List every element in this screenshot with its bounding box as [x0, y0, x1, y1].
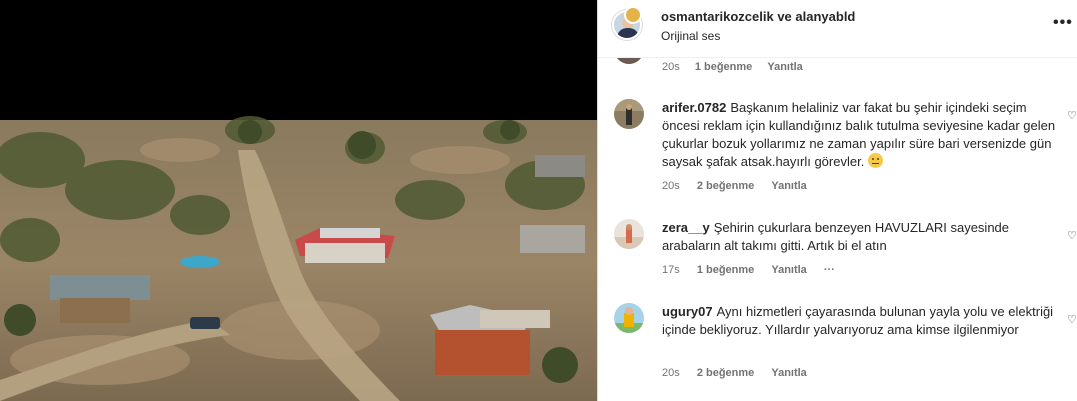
video-player[interactable]	[0, 0, 597, 401]
more-horizontal-icon[interactable]: •••	[1053, 14, 1077, 34]
comment-username[interactable]: ugury07	[662, 304, 713, 319]
aerial-village-image	[0, 0, 597, 401]
post-author[interactable]: osmantarikozcelik ve alanyabld	[661, 9, 855, 24]
comment-username[interactable]: zera__y	[662, 220, 710, 235]
comment-body: arifer.0782 Başkanım helaliniz var fakat …	[662, 99, 1062, 171]
like-count[interactable]: 1 beğenme	[697, 264, 754, 276]
avatar[interactable]	[614, 219, 644, 249]
like-count[interactable]: 2 beğenme	[697, 367, 754, 379]
comment-meta: 20s 2 beğenme Yanıtla	[662, 180, 821, 192]
like-count[interactable]: 2 beğenme	[697, 180, 754, 192]
comment-meta: 20s 1 beğenme Yanıtla	[662, 61, 803, 73]
reply-button[interactable]: Yanıtla	[771, 264, 806, 276]
comment-time: 20s	[662, 180, 680, 192]
neutral-face-emoji-icon	[867, 153, 883, 168]
like-count[interactable]: 1 beğenme	[695, 61, 752, 73]
collaborator-avatar[interactable]	[624, 6, 642, 24]
comment-time: 20s	[662, 61, 680, 73]
reply-button[interactable]: Yanıtla	[767, 61, 802, 73]
comment-meta: 17s 1 beğenme Yanıtla ···	[662, 264, 849, 276]
heart-icon[interactable]: ♡	[1067, 109, 1077, 122]
comment-time: 20s	[662, 367, 680, 379]
comments-panel: 20s 1 beğenme Yanıtla osmantarikozcelik …	[598, 0, 1077, 401]
comment-username[interactable]: arifer.0782	[662, 100, 726, 115]
comment-time: 17s	[662, 264, 680, 276]
comment-meta: 20s 2 beğenme Yanıtla	[662, 367, 821, 379]
audio-label[interactable]: Orijinal ses	[661, 29, 720, 43]
avatar[interactable]	[614, 303, 644, 333]
post-header: osmantarikozcelik ve alanyabld Orijinal …	[598, 0, 1077, 58]
comment-body: ugury07 Aynı hizmetleri çayarasında bulun…	[662, 303, 1062, 339]
comment-text: Şehirin çukurlara benzeyen HAVUZLARI say…	[662, 220, 1010, 253]
heart-icon[interactable]: ♡	[1067, 229, 1077, 242]
reply-button[interactable]: Yanıtla	[771, 180, 806, 192]
avatar[interactable]	[614, 99, 644, 129]
comment-options-icon[interactable]: ···	[824, 264, 835, 276]
reply-button[interactable]: Yanıtla	[771, 367, 806, 379]
comment-body: zera__y Şehirin çukurlara benzeyen HAVUZL…	[662, 219, 1062, 255]
heart-icon[interactable]: ♡	[1067, 313, 1077, 326]
comment-text: Aynı hizmetleri çayarasında bulunan yayl…	[662, 304, 1054, 337]
